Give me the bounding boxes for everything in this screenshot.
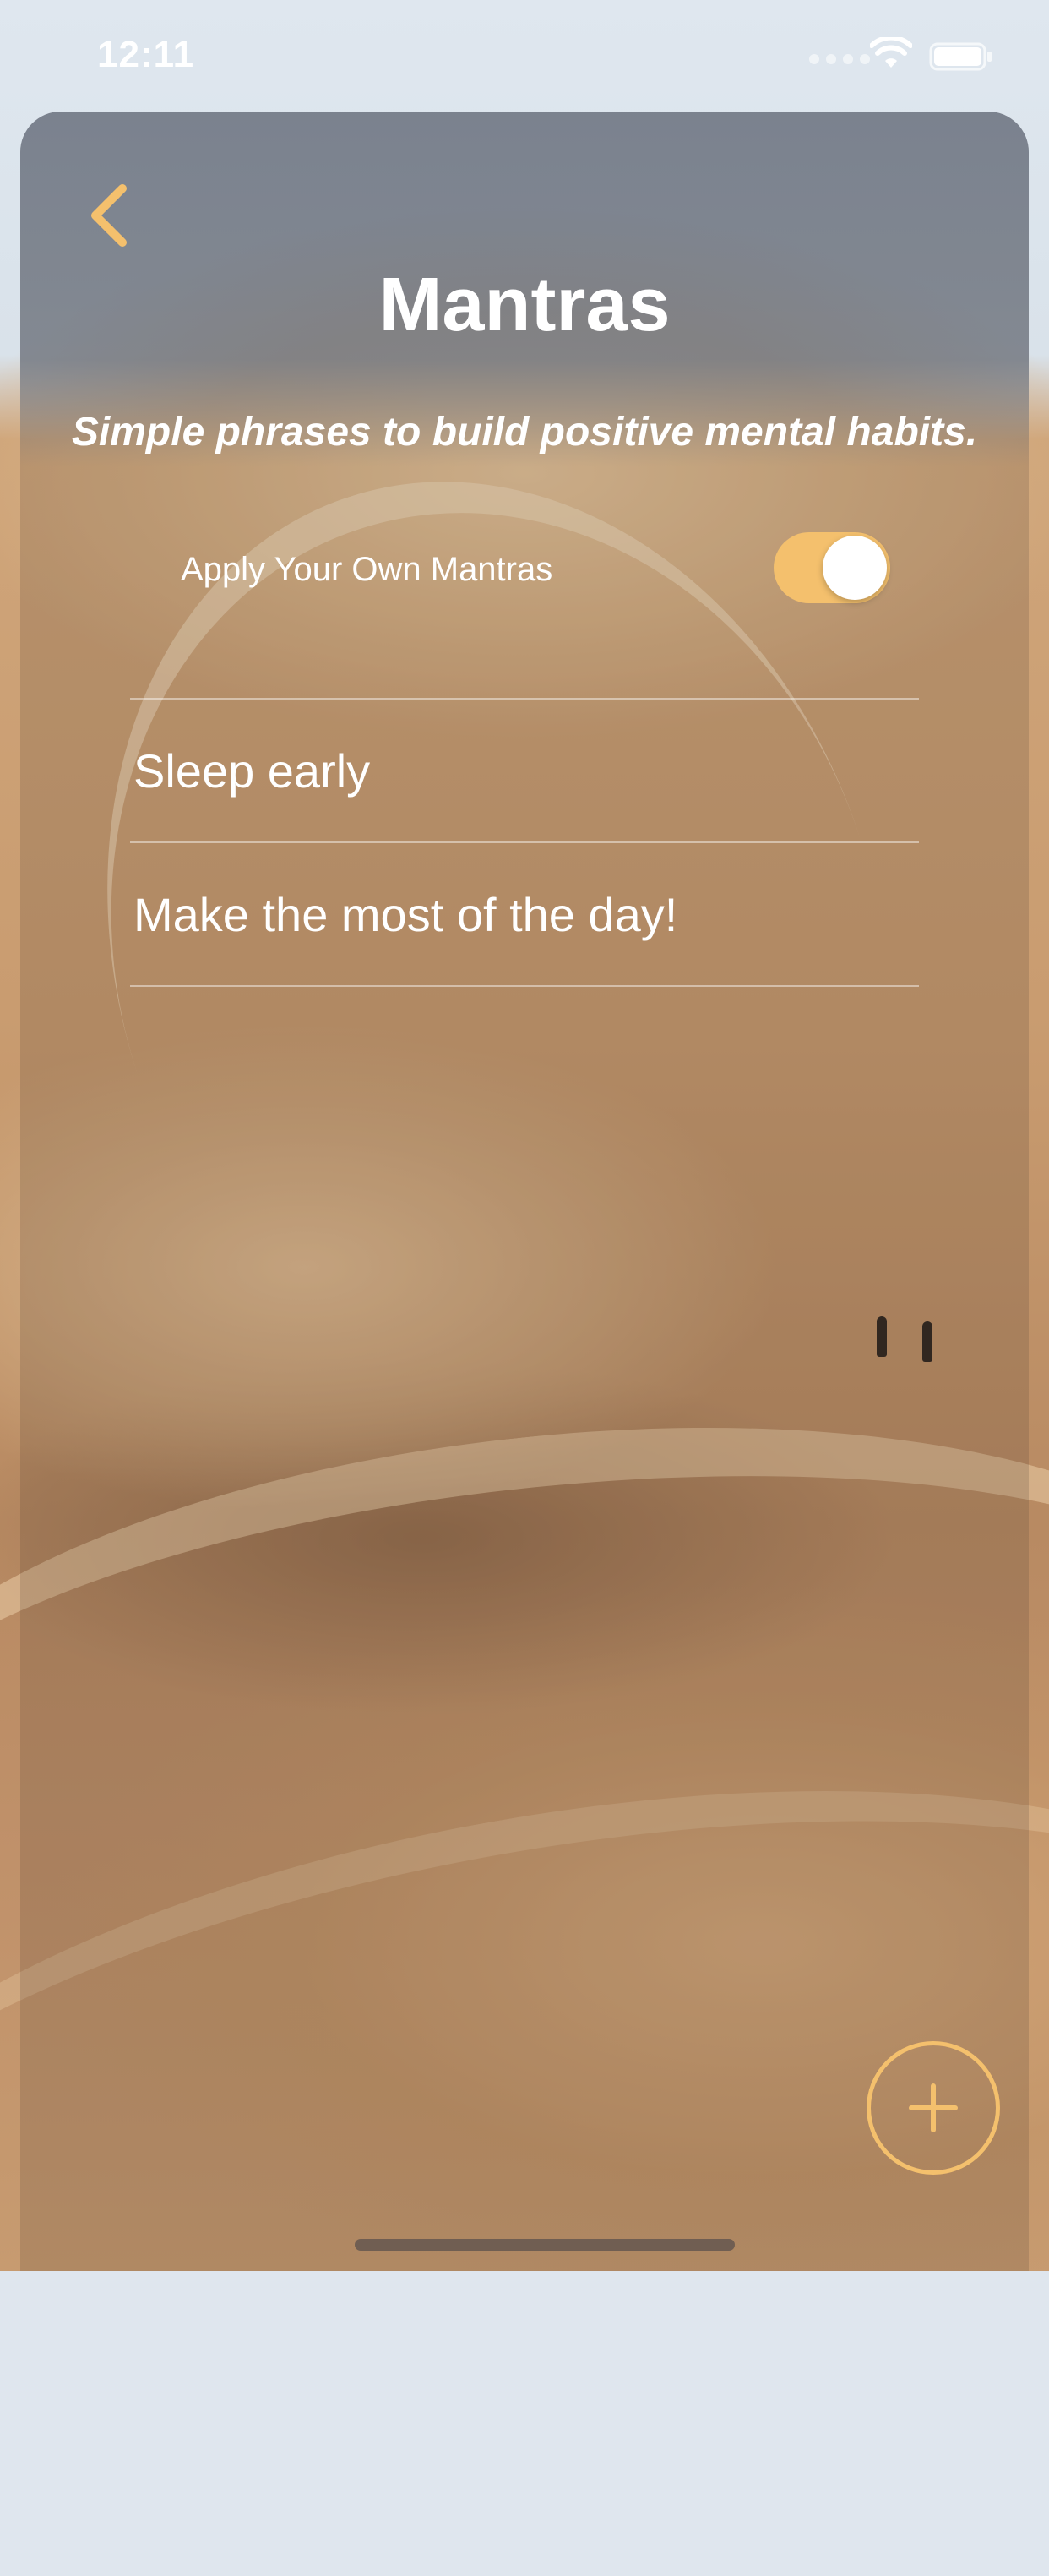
- apply-own-mantras-toggle[interactable]: [774, 532, 890, 603]
- mantra-list: Sleep early Make the most of the day!: [130, 698, 919, 987]
- apply-own-mantras-label: Apply Your Own Mantras: [181, 551, 553, 588]
- toggle-knob: [823, 536, 887, 600]
- status-bar: 12:11: [0, 0, 1049, 110]
- wifi-icon: [870, 37, 912, 68]
- chevron-left-icon: [91, 184, 127, 247]
- plus-icon: [909, 2083, 958, 2132]
- list-divider: [130, 985, 919, 987]
- page-title: Mantras: [378, 263, 671, 347]
- list-item[interactable]: Sleep early: [130, 700, 919, 841]
- page-subtitle: Simple phrases to build positive mental …: [71, 410, 978, 455]
- status-time: 12:11: [97, 34, 195, 75]
- home-indicator: [355, 2239, 735, 2251]
- list-item[interactable]: Make the most of the day!: [130, 843, 919, 985]
- apply-own-mantras-row: Apply Your Own Mantras: [128, 524, 905, 617]
- cellular-signal-icon: [809, 54, 870, 64]
- back-button[interactable]: [71, 169, 147, 262]
- add-mantra-button[interactable]: [867, 2041, 1000, 2175]
- battery-icon: [929, 42, 992, 71]
- mantras-sheet: Mantras Simple phrases to build positive…: [20, 112, 1029, 2271]
